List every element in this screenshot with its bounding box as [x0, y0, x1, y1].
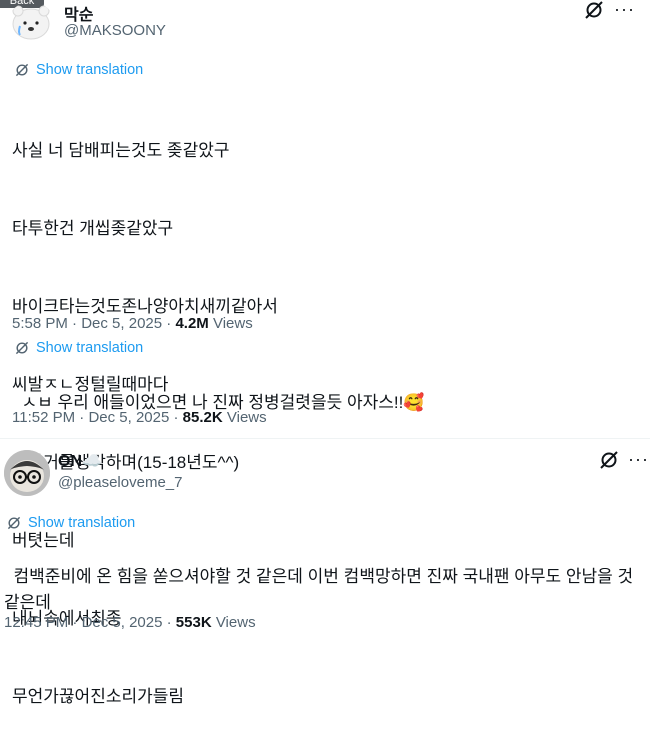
- tweet-time[interactable]: 12:45 PM: [4, 614, 68, 631]
- meta-separator: ·: [162, 614, 176, 631]
- tweet-meta: 12:45 PM · Dec 5, 2025 · 553K Views: [4, 614, 256, 631]
- views-label: Views: [226, 409, 267, 426]
- views-label: Views: [212, 315, 253, 332]
- tweet-meta: 11:52 PM · Dec 5, 2025 · 85.2K Views: [12, 409, 267, 426]
- tweet-line: 니과거를생각하며(15-18년도^^): [12, 453, 240, 472]
- tweet-time[interactable]: 11:52 PM: [12, 409, 75, 426]
- avatar[interactable]: [4, 450, 50, 496]
- translate-icon: [7, 516, 21, 530]
- show-translation-link[interactable]: Show translation: [14, 62, 143, 78]
- meta-separator: ·: [67, 315, 82, 332]
- views-count[interactable]: 553K: [176, 614, 212, 631]
- show-translation-link[interactable]: Show translation: [6, 515, 135, 531]
- display-name[interactable]: ON☁️: [58, 451, 102, 471]
- translate-label[interactable]: Show translation: [36, 340, 143, 356]
- show-translation-link[interactable]: Show translation: [14, 340, 143, 356]
- grok-icon[interactable]: [598, 449, 620, 471]
- user-handle[interactable]: @pleaseloveme_7: [58, 474, 182, 491]
- grok-icon[interactable]: [583, 0, 605, 21]
- tweet-date[interactable]: Dec 5, 2025: [88, 409, 169, 426]
- tweet-meta: 5:58 PM · Dec 5, 2025 · 4.2M Views: [12, 315, 253, 332]
- tweet-line: 사실 너 담배피는것도 좆같았구: [12, 141, 230, 160]
- tweet-time[interactable]: 5:58 PM: [12, 315, 68, 332]
- tweet-body: 컴백준비에 온 힘을 쏟으셔야할 것 같은데 이번 컴백망하면 진짜 국내팬 아…: [4, 567, 638, 612]
- meta-separator: ·: [162, 315, 176, 332]
- meta-separator: ·: [169, 409, 183, 426]
- translate-icon: [15, 63, 29, 77]
- translate-icon: [15, 341, 29, 355]
- tweet-date[interactable]: Dec 5, 2025: [82, 614, 163, 631]
- more-icon[interactable]: ···: [614, 0, 635, 20]
- cloud-emoji: ☁️: [82, 453, 102, 470]
- more-icon[interactable]: ···: [628, 448, 649, 470]
- meta-separator: ·: [75, 409, 89, 426]
- tweet-line: 무언가끊어진소리가들림: [12, 687, 185, 706]
- user-handle[interactable]: @MAKSOONY: [64, 22, 166, 39]
- tweet-date[interactable]: Dec 5, 2025: [81, 315, 162, 332]
- views-count[interactable]: 4.2M: [175, 315, 208, 332]
- tweet-text: 컴백준비에 온 힘을 쏟으셔야할 것 같은데 이번 컴백망하면 진짜 국내팬 아…: [4, 538, 644, 616]
- translate-label[interactable]: Show translation: [28, 515, 135, 531]
- views-count[interactable]: 85.2K: [183, 409, 223, 426]
- avatar[interactable]: [8, 2, 54, 42]
- translate-label[interactable]: Show translation: [36, 62, 143, 78]
- views-label: Views: [215, 614, 256, 631]
- meta-separator: ·: [68, 614, 82, 631]
- divider: [0, 438, 650, 439]
- display-name-text[interactable]: ON: [58, 453, 82, 470]
- tweet-line: 타투한건 개씹좆같았구: [12, 219, 174, 238]
- smiling-hearts-emoji: 🥰: [403, 393, 425, 412]
